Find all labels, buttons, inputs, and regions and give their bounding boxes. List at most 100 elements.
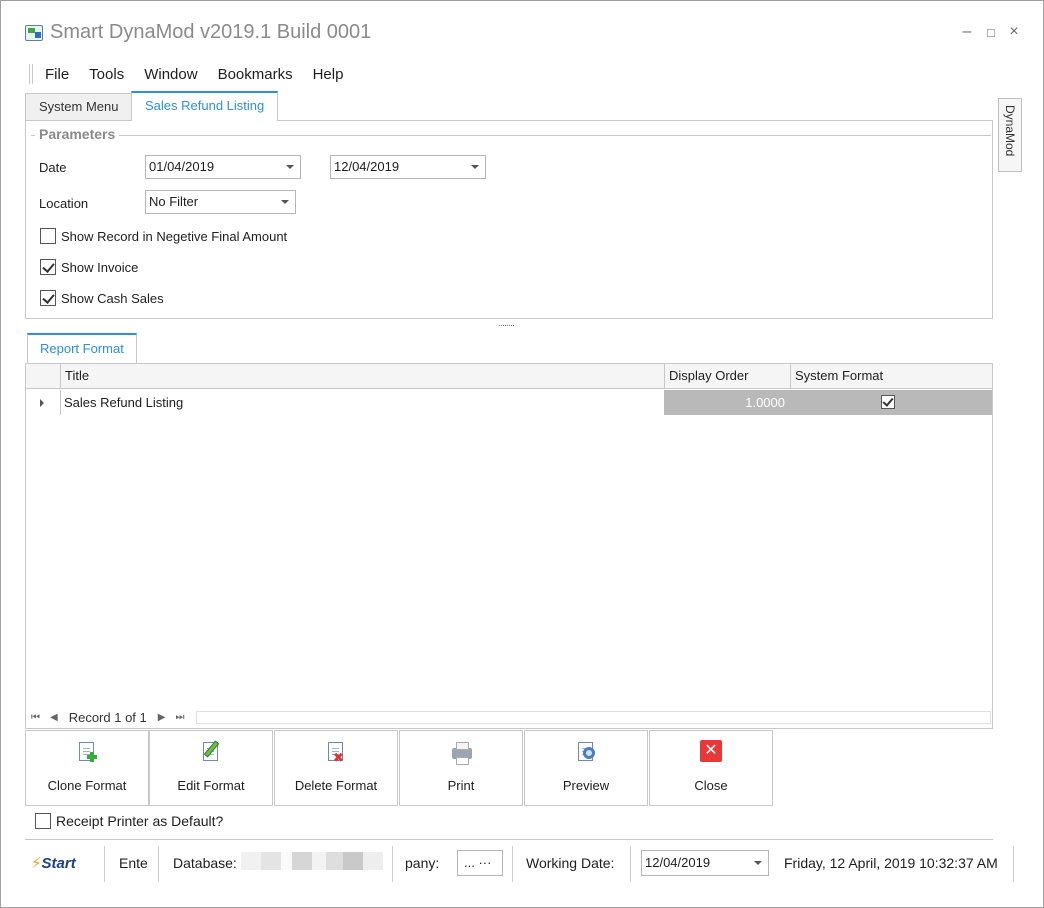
menu-help[interactable]: Help bbox=[313, 66, 344, 83]
edit-format-button[interactable]: Edit Format bbox=[149, 730, 273, 806]
next-record-icon[interactable]: ▶ bbox=[158, 712, 166, 723]
tab-sales-refund-listing[interactable]: Sales Refund Listing bbox=[131, 91, 279, 121]
close-icon: ✕ bbox=[700, 740, 722, 764]
panel-splitter[interactable]: ········ bbox=[498, 320, 515, 330]
status-ente: Ente bbox=[119, 855, 148, 871]
show-invoice-checkbox[interactable] bbox=[40, 259, 56, 275]
start-logo: ⚡Start bbox=[31, 855, 76, 872]
chevron-down-icon[interactable] bbox=[471, 165, 479, 169]
cell-display-order[interactable]: 1.0000 bbox=[664, 390, 790, 415]
show-cash-sales-option[interactable]: Show Cash Sales bbox=[40, 290, 164, 306]
date-from-value: 01/04/2019 bbox=[149, 159, 215, 174]
minimize-button[interactable]: – bbox=[959, 23, 975, 41]
delete-document-icon: ✖ bbox=[325, 740, 347, 764]
status-separator bbox=[630, 846, 631, 882]
menu-window[interactable]: Window bbox=[144, 66, 197, 83]
status-separator bbox=[158, 846, 159, 882]
negative-amount-label: Show Record in Negetive Final Amount bbox=[61, 228, 288, 244]
app-logo-icon bbox=[25, 25, 43, 41]
menu-file[interactable]: File bbox=[45, 66, 69, 83]
tab-system-menu[interactable]: System Menu bbox=[25, 93, 133, 120]
preview-magnifier-icon bbox=[575, 740, 597, 764]
clone-document-icon bbox=[76, 740, 98, 764]
working-date-combo[interactable]: 12/04/2019 bbox=[641, 850, 769, 876]
date-from-combo[interactable]: 01/04/2019 bbox=[145, 155, 301, 179]
clone-format-button[interactable]: Clone Format bbox=[25, 730, 149, 806]
menu-grip[interactable] bbox=[29, 64, 33, 84]
show-cash-sales-label: Show Cash Sales bbox=[61, 290, 164, 306]
column-header-system-format[interactable]: System Format bbox=[790, 364, 992, 389]
negative-amount-option[interactable]: Show Record in Negetive Final Amount bbox=[40, 228, 287, 244]
print-button[interactable]: Print bbox=[399, 730, 523, 806]
chevron-down-icon[interactable] bbox=[754, 861, 762, 865]
menu-tools[interactable]: Tools bbox=[89, 66, 124, 83]
date-to-value: 12/04/2019 bbox=[334, 159, 400, 174]
row-indicator-icon bbox=[40, 399, 44, 407]
title-bar: Smart DynaMod v2019.1 Build 0001 – □ × bbox=[1, 1, 1043, 59]
parameters-panel bbox=[25, 121, 993, 319]
show-invoice-option[interactable]: Show Invoice bbox=[40, 259, 138, 275]
close-button[interactable]: ✕ Close bbox=[649, 730, 773, 806]
receipt-printer-label: Receipt Printer as Default? bbox=[56, 813, 224, 829]
negative-amount-checkbox[interactable] bbox=[40, 228, 56, 244]
receipt-printer-checkbox[interactable] bbox=[35, 813, 51, 829]
company-label: pany: bbox=[405, 855, 440, 871]
horizontal-scrollbar[interactable] bbox=[196, 711, 991, 724]
preview-label: Preview bbox=[562, 778, 610, 793]
delete-format-label: Delete Format bbox=[294, 778, 378, 793]
table-row[interactable]: Sales Refund Listing 1.0000 bbox=[26, 390, 992, 415]
preview-button[interactable]: Preview bbox=[524, 730, 648, 806]
working-date-value: 12/04/2019 bbox=[645, 855, 711, 870]
database-value-redacted bbox=[241, 852, 383, 870]
working-date-label: Working Date: bbox=[526, 855, 615, 871]
location-combo[interactable]: No Filter bbox=[145, 190, 296, 214]
status-separator bbox=[104, 846, 105, 882]
close-label: Close bbox=[694, 778, 728, 793]
column-header-display-order[interactable]: Display Order bbox=[664, 364, 790, 389]
side-tab-label: DynaMod bbox=[1003, 105, 1017, 157]
window-title: Smart DynaMod v2019.1 Build 0001 bbox=[50, 21, 372, 43]
date-to-combo[interactable]: 12/04/2019 bbox=[330, 155, 486, 179]
receipt-printer-option[interactable]: Receipt Printer as Default? bbox=[35, 813, 223, 829]
printer-icon bbox=[450, 740, 472, 765]
show-invoice-label: Show Invoice bbox=[61, 259, 139, 275]
status-separator bbox=[1013, 846, 1014, 882]
status-separator bbox=[392, 846, 393, 882]
show-cash-sales-checkbox[interactable] bbox=[40, 290, 56, 306]
location-label: Location bbox=[39, 196, 89, 211]
edit-document-icon bbox=[200, 740, 222, 764]
company-selector[interactable]: ... ··· bbox=[457, 850, 503, 876]
status-bar: ⚡Start Ente Database: pany: ... ··· Work… bbox=[25, 844, 1020, 884]
parameters-group-line bbox=[31, 135, 991, 136]
current-datetime: Friday, 12 April, 2019 10:32:37 AM bbox=[784, 855, 998, 871]
side-tab-dynamod[interactable]: DynaMod bbox=[998, 98, 1022, 172]
system-format-checkbox[interactable] bbox=[881, 395, 895, 409]
grid-navigator: ⏮ ◀ Record 1 of 1 ▶ ⏭ bbox=[26, 707, 992, 728]
database-label: Database: bbox=[173, 855, 237, 871]
menu-bookmarks[interactable]: Bookmarks bbox=[218, 66, 293, 83]
row-gutter-line bbox=[60, 390, 61, 415]
parameters-title: Parameters bbox=[35, 126, 120, 142]
date-label: Date bbox=[39, 160, 67, 175]
close-window-button[interactable]: × bbox=[1006, 23, 1022, 41]
record-counter: Record 1 of 1 bbox=[68, 710, 147, 725]
status-separator bbox=[512, 846, 513, 882]
chevron-down-icon[interactable] bbox=[286, 165, 294, 169]
column-header-title[interactable]: Title bbox=[60, 364, 664, 389]
last-record-icon[interactable]: ⏭ bbox=[175, 712, 184, 723]
grid-header: Title Display Order System Format bbox=[26, 364, 992, 389]
content-bottom-border bbox=[25, 839, 993, 840]
report-format-grid bbox=[25, 363, 993, 729]
location-value: No Filter bbox=[149, 194, 199, 209]
tab-report-format[interactable]: Report Format bbox=[27, 333, 137, 363]
first-record-icon[interactable]: ⏮ bbox=[31, 712, 40, 723]
print-label: Print bbox=[447, 778, 475, 793]
edit-format-label: Edit Format bbox=[177, 778, 245, 793]
delete-format-button[interactable]: ✖ Delete Format bbox=[274, 730, 398, 806]
previous-record-icon[interactable]: ◀ bbox=[50, 712, 58, 723]
app-window: Smart DynaMod v2019.1 Build 0001 – □ × F… bbox=[0, 0, 1044, 908]
cell-title[interactable]: Sales Refund Listing bbox=[64, 390, 662, 415]
chevron-down-icon[interactable] bbox=[281, 200, 289, 204]
maximize-button[interactable]: □ bbox=[983, 25, 999, 40]
clone-format-label: Clone Format bbox=[47, 778, 127, 793]
